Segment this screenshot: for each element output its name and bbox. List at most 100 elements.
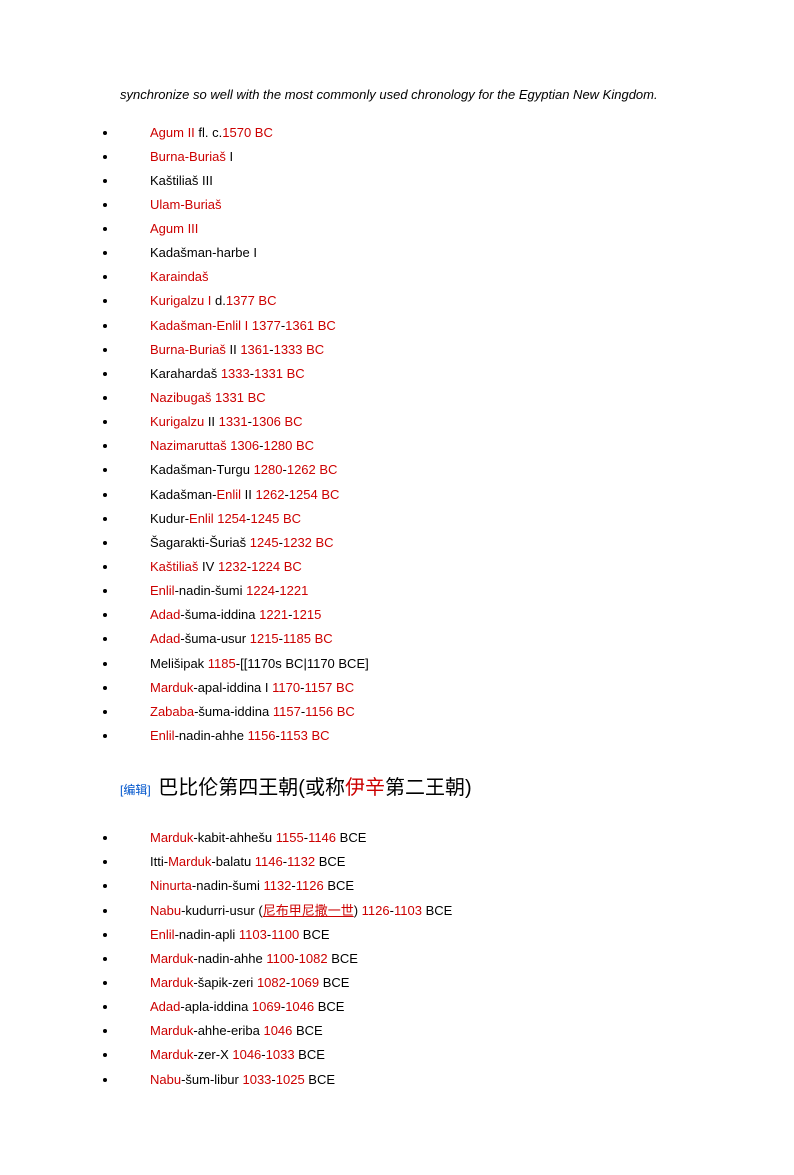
text-run: 1132 — [287, 854, 315, 869]
text-run: Adad — [150, 607, 180, 622]
text-run: 1126 — [362, 903, 390, 918]
text-run: 1262 — [256, 487, 285, 502]
text-run: 1280 — [254, 462, 283, 477]
text-run: Itti- — [150, 854, 168, 869]
text-run: 1132 — [263, 878, 291, 893]
list-item: Nabu-šum-libur 1033-1025 BCE — [118, 1070, 704, 1090]
text-run[interactable]: 尼布甲尼撒一世 — [263, 903, 354, 918]
text-run: 1155 — [276, 830, 304, 845]
text-run: -šapik-zeri — [193, 975, 257, 990]
list-item: Marduk-apal-iddina I 1170-1157 BC — [118, 678, 704, 698]
text-run: 1156 BC — [305, 704, 355, 719]
text-run: BCE — [315, 854, 345, 869]
text-run: Nabu — [150, 1072, 181, 1087]
text-run: Marduk — [150, 680, 193, 695]
text-run: BCE — [319, 975, 349, 990]
text-run: Agum II — [150, 125, 195, 140]
text-run: Kadašman-Enlil I 1377 — [150, 318, 281, 333]
heading-suffix: 第二王朝) — [385, 777, 472, 799]
text-run: -kabit-ahhešu — [193, 830, 275, 845]
text-run: Ninurta — [150, 878, 192, 893]
text-run: Enlil — [150, 728, 175, 743]
list-item: Agum II fl. c.1570 BC — [118, 123, 704, 143]
text-run: 1224 BC — [251, 559, 302, 574]
list-item: Marduk-kabit-ahhešu 1155-1146 BCE — [118, 828, 704, 848]
heading-link[interactable]: 伊辛 — [345, 777, 385, 799]
text-run: -zer-X — [193, 1047, 232, 1062]
text-run: -kudurri-usur ( — [181, 903, 263, 918]
text-run: Šagarakti-Šuriaš — [150, 535, 250, 550]
list-item: Nabu-kudurri-usur (尼布甲尼撒一世) 1126-1103 BC… — [118, 901, 704, 921]
text-run: Marduk — [150, 975, 193, 990]
list-item: Karahardaš 1333-1331 BC — [118, 364, 704, 384]
text-run: 1153 BC — [280, 728, 330, 743]
text-run: -šuma-usur — [180, 631, 249, 646]
text-run: 1146 — [308, 830, 336, 845]
text-run: Kadašman- — [150, 487, 216, 502]
text-run: -nadin-ahhe — [193, 951, 266, 966]
text-run: BCE — [292, 1023, 322, 1038]
list-item: Nazimaruttaš 1306-1280 BC — [118, 436, 704, 456]
list-item: Kadašman-harbe I — [118, 243, 704, 263]
text-run: I — [226, 149, 233, 164]
list-item: Kurigalzu II 1331-1306 BC — [118, 412, 704, 432]
list-item: Enlil-nadin-šumi 1224-1221 — [118, 581, 704, 601]
list-item: Marduk-nadin-ahhe 1100-1082 BCE — [118, 949, 704, 969]
text-run: Ulam-Buriaš — [150, 197, 222, 212]
text-run: -šuma-iddina — [194, 704, 273, 719]
list-item: Ulam-Buriaš — [118, 195, 704, 215]
list-item: Kaštiliaš III — [118, 171, 704, 191]
text-run: Adad — [150, 631, 180, 646]
text-run: 1361 — [240, 342, 269, 357]
text-run: BCE — [299, 927, 329, 942]
text-run: 1185 — [208, 656, 236, 671]
text-run: 1331 — [219, 414, 248, 429]
text-run: 1185 BC — [283, 631, 333, 646]
text-run: 1082 — [257, 975, 286, 990]
intro-paragraph: synchronize so well with the most common… — [120, 85, 704, 105]
list-item: Kadašman-Enlil II 1262-1254 BC — [118, 485, 704, 505]
text-run: Nabu — [150, 903, 181, 918]
text-run: 1333 BC — [274, 342, 325, 357]
text-run: -nadin-ahhe — [175, 728, 248, 743]
text-run: II — [226, 342, 240, 357]
edit-link[interactable]: [编辑] — [120, 783, 151, 797]
text-run: Enlil 1254 — [189, 511, 246, 526]
text-run: Marduk — [150, 1047, 193, 1062]
text-run: 1215 — [292, 607, 321, 622]
text-run: -šuma-iddina — [180, 607, 259, 622]
text-run: -apal-iddina I — [193, 680, 272, 695]
list-item: Adad-šuma-iddina 1221-1215 — [118, 605, 704, 625]
text-run: Burna-Buriaš — [150, 149, 226, 164]
text-run: ) — [354, 903, 362, 918]
text-run: 1280 BC — [263, 438, 314, 453]
text-run: 1245 BC — [250, 511, 301, 526]
list-item: Kadašman-Turgu 1280-1262 BC — [118, 460, 704, 480]
list-item: Adad-šuma-usur 1215-1185 BC — [118, 629, 704, 649]
text-run: 1126 — [296, 878, 324, 893]
text-run: -nadin-šumi — [175, 583, 247, 598]
text-run: 1333 — [221, 366, 250, 381]
text-run: 1103 — [239, 927, 267, 942]
list-item: Enlil-nadin-ahhe 1156-1153 BC — [118, 726, 704, 746]
text-run: 1245 — [250, 535, 279, 550]
text-run: 1046 — [232, 1047, 261, 1062]
text-run: BCE — [314, 999, 344, 1014]
text-run: Burna-Buriaš — [150, 342, 226, 357]
text-run: 1146 — [255, 854, 283, 869]
text-run: 1361 BC — [285, 318, 336, 333]
text-run: Enlil — [216, 487, 241, 502]
text-run: BCE — [328, 951, 358, 966]
text-run: 1046 — [285, 999, 314, 1014]
list-item: Burna-Buriaš II 1361-1333 BC — [118, 340, 704, 360]
text-run: 1100 — [266, 951, 294, 966]
text-run: Kurigalzu I — [150, 293, 211, 308]
text-run: 1221 — [279, 583, 308, 598]
text-run: 1082 — [299, 951, 328, 966]
list-item: Kurigalzu I d.1377 BC — [118, 291, 704, 311]
text-run: 1232 BC — [283, 535, 334, 550]
text-run: 1046 — [263, 1023, 292, 1038]
text-run: Marduk — [150, 830, 193, 845]
text-run: 1377 BC — [226, 293, 277, 308]
text-run: 1221 — [259, 607, 288, 622]
